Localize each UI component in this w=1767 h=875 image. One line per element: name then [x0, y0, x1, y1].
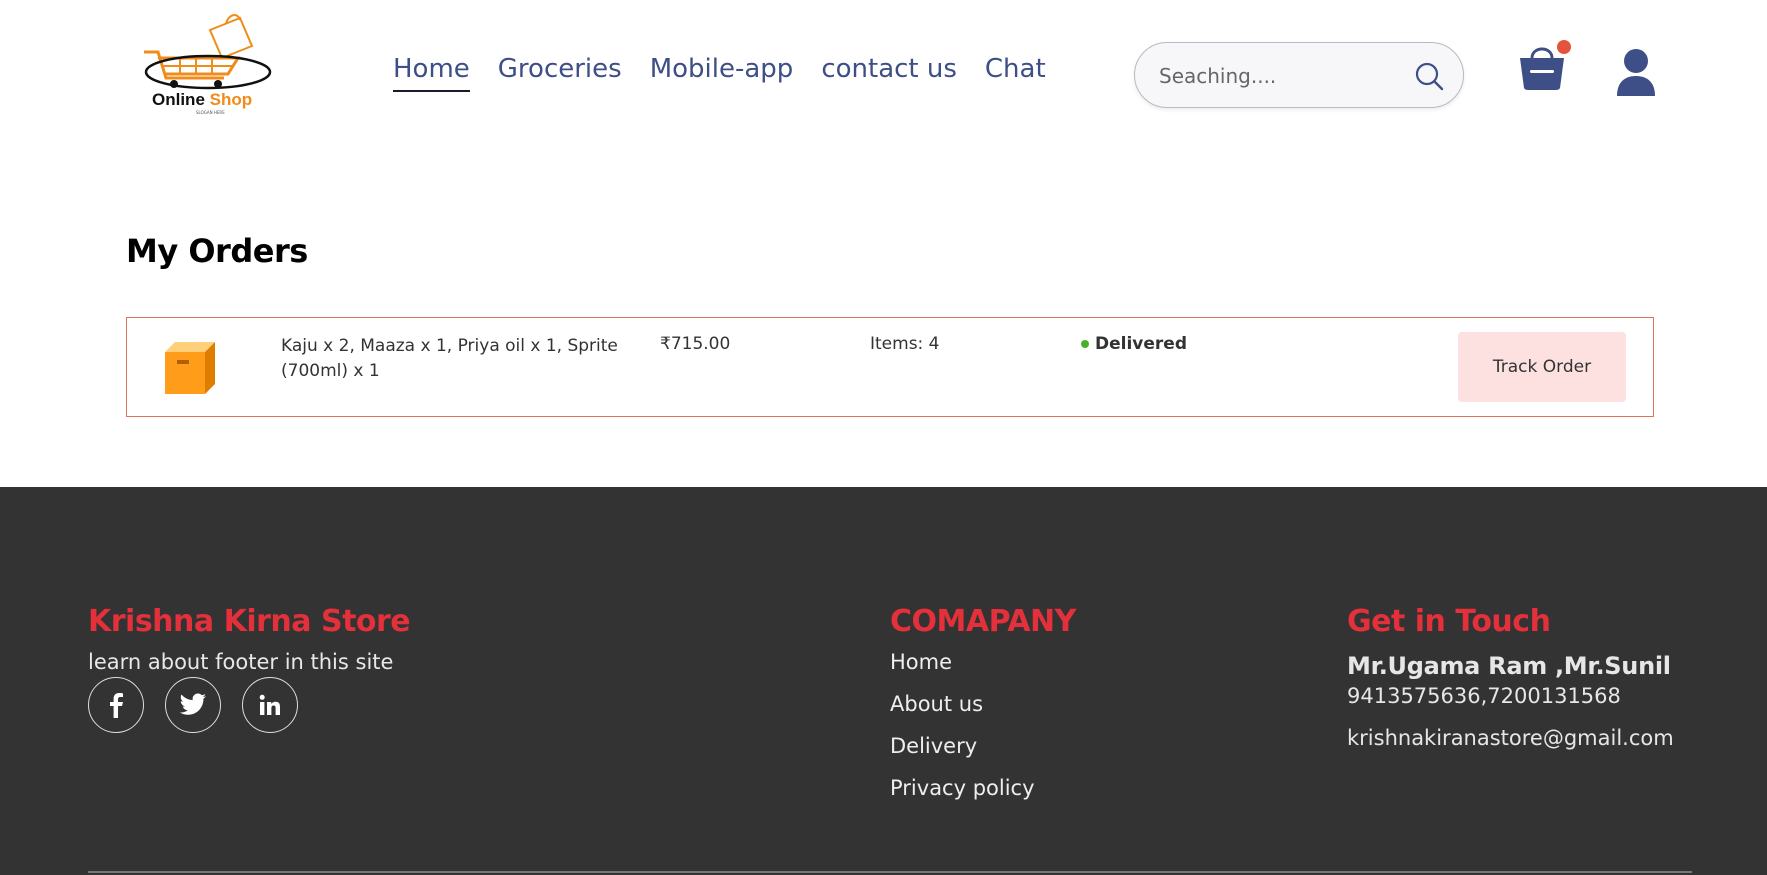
- footer-contact-heading: Get in Touch: [1347, 604, 1551, 639]
- nav-home[interactable]: Home: [393, 54, 470, 92]
- order-price: ₹715.00: [660, 334, 731, 354]
- footer-link-home[interactable]: Home: [890, 650, 1035, 692]
- site-header: Online Shop SLOGAN HERE Home Groceries M…: [0, 0, 1767, 140]
- order-item-count: Items: 4: [870, 334, 940, 354]
- order-items: Kaju x 2, Maaza x 1, Priya oil x 1, Spri…: [281, 336, 618, 381]
- footer-brand: Krishna Kirna Store: [88, 604, 411, 639]
- cart-notification-badge: [1557, 40, 1571, 54]
- user-icon[interactable]: [1615, 48, 1657, 96]
- search-box: [1134, 42, 1464, 108]
- search-input[interactable]: [1159, 61, 1399, 91]
- nav-contact-us[interactable]: contact us: [821, 54, 957, 84]
- shopping-cart-logo-icon: [144, 14, 272, 90]
- footer-contact-name: Mr.Ugama Ram ,Mr.Sunil: [1347, 652, 1671, 680]
- footer-description: learn about footer in this site: [88, 650, 394, 674]
- footer-company-links: Home About us Delivery Privacy policy: [890, 650, 1035, 818]
- order-card: Kaju x 2, Maaza x 1, Priya oil x 1, Spri…: [126, 317, 1654, 417]
- footer-link-about-us[interactable]: About us: [890, 692, 1035, 734]
- linkedin-icon[interactable]: [242, 677, 298, 733]
- track-order-button[interactable]: Track Order: [1458, 332, 1626, 402]
- search-icon[interactable]: [1413, 60, 1445, 92]
- site-footer: Krishna Kirna Store learn about footer i…: [0, 487, 1767, 875]
- main-nav: Home Groceries Mobile-app contact us Cha…: [393, 54, 1074, 92]
- page-title: My Orders: [126, 232, 308, 270]
- logo-tagline: SLOGAN HERE: [196, 110, 225, 115]
- order-status-label: Delivered: [1095, 334, 1187, 354]
- site-logo[interactable]: Online Shop SLOGAN HERE: [140, 12, 280, 117]
- nav-chat[interactable]: Chat: [985, 54, 1046, 84]
- footer-link-privacy-policy[interactable]: Privacy policy: [890, 776, 1035, 818]
- status-dot-icon: [1081, 340, 1089, 348]
- footer-link-delivery[interactable]: Delivery: [890, 734, 1035, 776]
- order-status: Delivered: [1081, 334, 1187, 354]
- footer-company-heading: COMAPANY: [890, 604, 1076, 639]
- box-icon: [165, 342, 215, 394]
- facebook-icon[interactable]: [88, 677, 144, 733]
- footer-divider: [88, 871, 1692, 873]
- footer-contact-phone: 9413575636,7200131568: [1347, 684, 1621, 708]
- footer-contact-email[interactable]: krishnakiranastore@gmail.com: [1347, 726, 1674, 750]
- nav-groceries[interactable]: Groceries: [498, 54, 622, 84]
- nav-mobile-app[interactable]: Mobile-app: [650, 54, 794, 84]
- social-links: [88, 677, 319, 733]
- twitter-icon[interactable]: [165, 677, 221, 733]
- logo-wordmark: Online Shop: [152, 90, 253, 109]
